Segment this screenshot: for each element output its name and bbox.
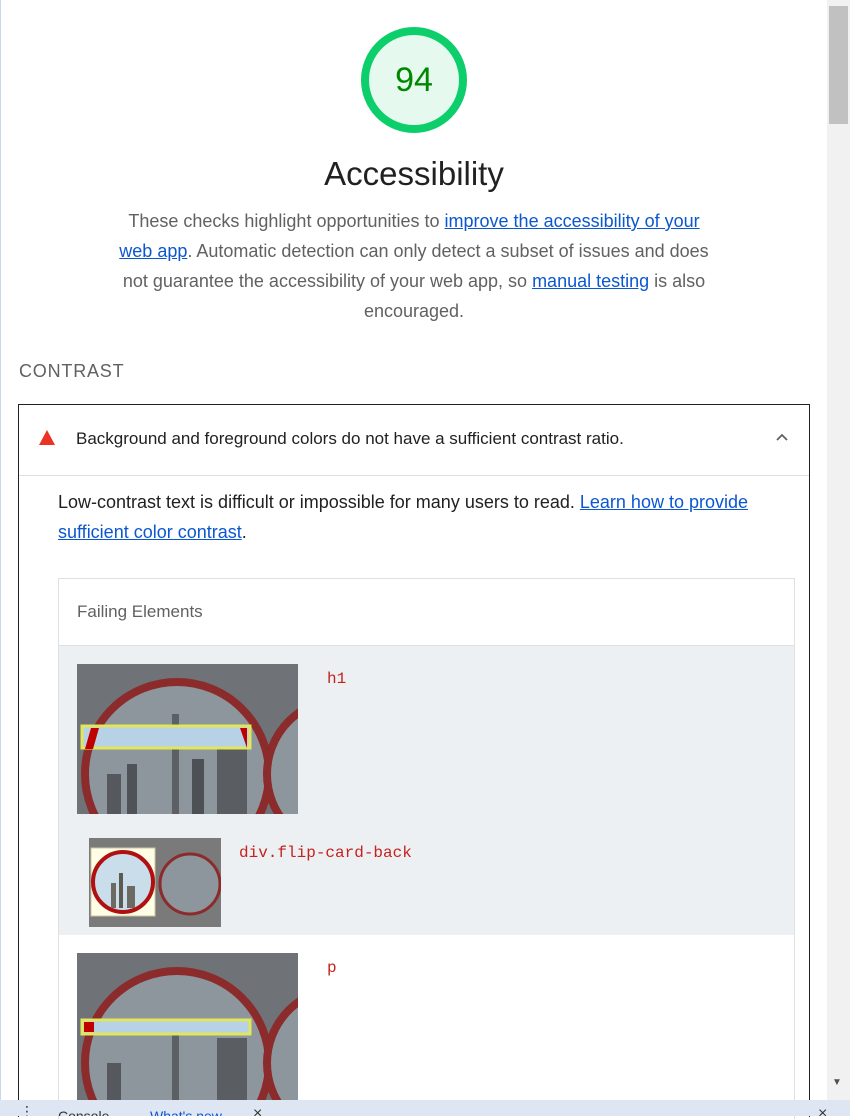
audit-description: Low-contrast text is difficult or imposs…	[58, 492, 748, 542]
table-header: Failing Elements	[59, 579, 794, 646]
audit-title: Background and foreground colors do not …	[76, 429, 624, 448]
audit-header[interactable]: Background and foreground colors do not …	[19, 405, 809, 476]
chevron-up-icon[interactable]	[775, 430, 789, 444]
element-screenshot	[89, 838, 221, 927]
close-tab-icon[interactable]: ×	[253, 1106, 262, 1117]
node-selector: div.flip-card-back	[239, 844, 412, 862]
scrollbar-track[interactable]	[827, 0, 850, 1100]
devtools-drawer: ⋮ Console What's new × ×	[0, 1100, 850, 1116]
category-description: These checks highlight opportunities to …	[119, 211, 709, 321]
manual-testing-link[interactable]: manual testing	[532, 271, 649, 291]
node-selector: p	[327, 959, 337, 977]
close-drawer-icon[interactable]: ×	[818, 1106, 827, 1117]
category-title: Accessibility	[324, 155, 504, 192]
node-selector: h1	[327, 670, 347, 688]
contrast-audit: Background and foreground colors do not …	[18, 404, 810, 1119]
failing-elements-table: Failing Elements h1 div.flip-card-back p	[58, 578, 795, 1119]
drawer-menu-icon[interactable]: ⋮	[20, 1104, 34, 1116]
warning-triangle-icon	[39, 430, 55, 445]
scrollbar-thumb[interactable]	[829, 6, 848, 124]
element-screenshot	[77, 953, 298, 1103]
table-row: p	[59, 935, 794, 1119]
score-value: 94	[395, 61, 433, 99]
tab-whats-new[interactable]: What's new	[150, 1108, 222, 1116]
table-row: h1 div.flip-card-back	[59, 646, 794, 935]
table-header-label: Failing Elements	[77, 602, 203, 621]
scroll-down-arrow-icon[interactable]: ▼	[832, 1076, 842, 1090]
group-title: CONTRAST	[19, 361, 125, 381]
tab-console[interactable]: Console	[58, 1108, 109, 1116]
element-screenshot	[77, 664, 298, 814]
